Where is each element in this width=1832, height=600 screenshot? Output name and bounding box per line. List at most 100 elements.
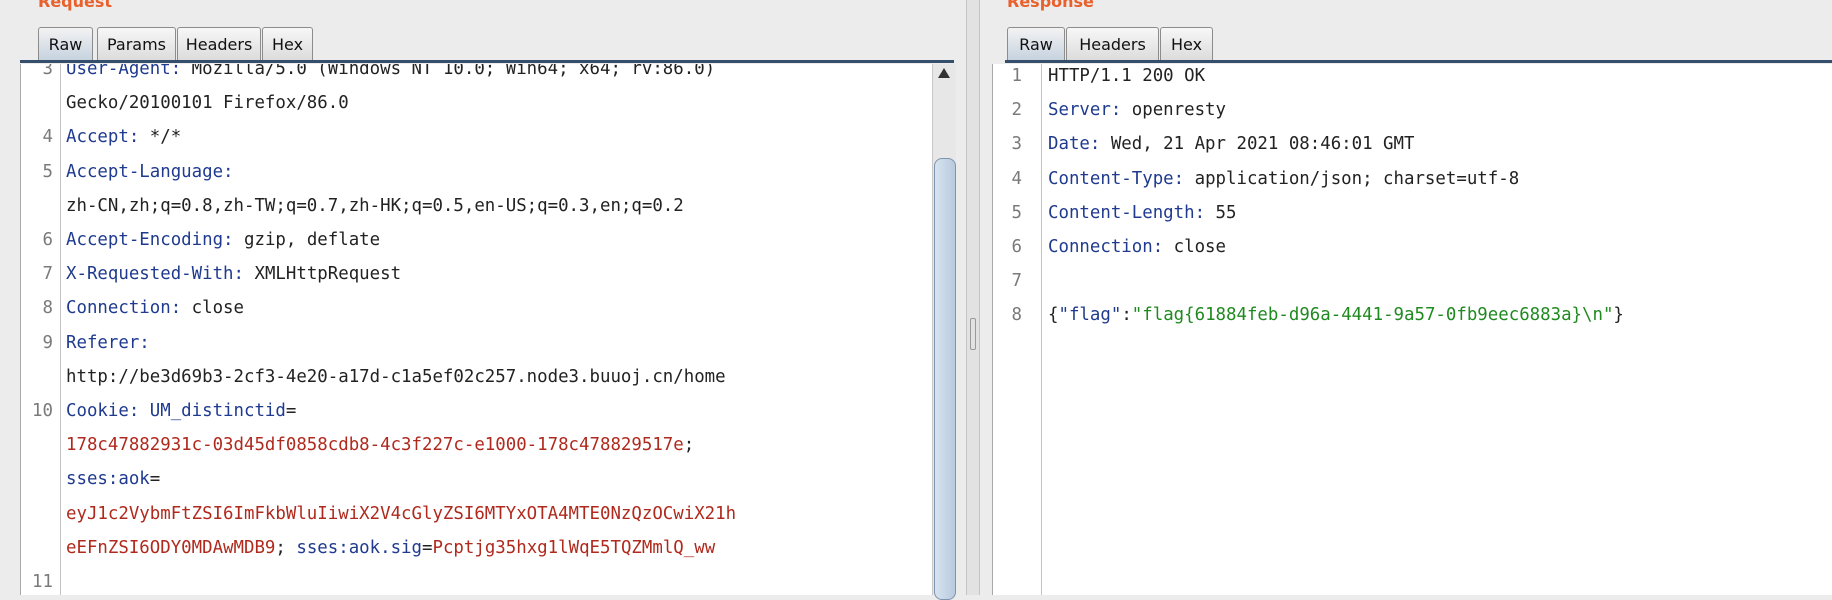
cookie-name: UM_distinctid <box>139 401 286 421</box>
line-number: 3 <box>1011 134 1022 155</box>
header-name: Accept-Encoding: <box>66 230 234 250</box>
header-name: Cookie: <box>66 401 140 421</box>
request-line: 4 Accept: */* <box>21 120 933 154</box>
request-tab-params[interactable]: Params <box>97 27 176 60</box>
request-line: 9 Referer: <box>21 326 933 360</box>
request-line: 7 X-Requested-With: XMLHttpRequest <box>21 257 933 291</box>
response-line: 1 HTTP/1.1 200 OK <box>993 64 1832 93</box>
response-line: 4 Content-Type: application/json; charset… <box>993 162 1832 196</box>
request-line: Gecko/20100101 Firefox/86.0 <box>21 86 933 120</box>
json-value: "flag{61884feb-d96a-4441-9a57-0fb9eec688… <box>1131 305 1614 326</box>
header-name: Connection: <box>1048 237 1164 257</box>
cookie-value: Pcptjg35hxg1lWqE5TQZMmlQ_ww <box>432 537 716 558</box>
line-content: Accept-Language: <box>66 155 234 189</box>
line-content: Connection: close <box>1048 230 1226 264</box>
request-scrollbar[interactable] <box>932 64 956 600</box>
response-line: 6 Connection: close <box>993 230 1832 264</box>
line-number: 11 <box>32 572 53 592</box>
request-tab-separator <box>20 60 954 63</box>
header-value: zh-CN,zh;q=0.8,zh-TW;q=0.7,zh-HK;q=0.5,e… <box>66 195 684 216</box>
line-number: 8 <box>1011 305 1022 326</box>
header-value: = <box>149 469 161 490</box>
header-value: close <box>1163 237 1226 257</box>
line-number: 5 <box>1011 202 1022 223</box>
line-number: 6 <box>42 230 53 250</box>
line-content: Gecko/20100101 Firefox/86.0 <box>66 86 349 120</box>
split-pane-divider[interactable] <box>966 0 980 595</box>
line-content: X-Requested-With: XMLHttpRequest <box>66 257 401 291</box>
header-value: gzip, deflate <box>233 230 381 250</box>
line-content: eEFnZSI6ODY0MDAwMDB9; sses:aok.sig=Pcptj… <box>66 531 715 565</box>
line-number: 4 <box>42 127 53 148</box>
line-number: 7 <box>1011 271 1022 292</box>
response-line: 7 <box>993 264 1832 298</box>
header-value: Mozilla/5.0 (Windows NT 10.0; Win64; x64… <box>181 64 716 79</box>
line-content: Content-Type: application/json; charset=… <box>1048 162 1519 196</box>
line-content: Accept-Encoding: gzip, deflate <box>66 223 380 257</box>
response-editor[interactable]: 1 HTTP/1.1 200 OK 2 Server: openresty 3 Date:… <box>992 64 1832 595</box>
request-tab-hex[interactable]: Hex <box>262 27 313 60</box>
scroll-up-arrow-icon[interactable] <box>938 68 950 78</box>
header-name: Accept: <box>66 127 140 148</box>
json-brace: } <box>1613 305 1624 326</box>
request-line: 5 Accept-Language: <box>21 155 933 189</box>
request-line: 6 Accept-Encoding: gzip, deflate <box>21 223 933 257</box>
header-name: Connection: <box>66 298 182 319</box>
line-number: 3 <box>42 64 53 79</box>
response-tab-raw[interactable]: Raw <box>1007 27 1065 60</box>
request-line: 8 Connection: close <box>21 291 933 325</box>
line-content: zh-CN,zh;q=0.8,zh-TW;q=0.7,zh-HK;q=0.5,e… <box>66 189 684 223</box>
response-title: Response <box>1007 0 1094 11</box>
request-line: eyJ1c2VybmFtZSI6ImFkbWluIiwiX2V4cGlyZSI6… <box>21 497 933 531</box>
json-brace: { <box>1048 305 1059 326</box>
cookie-value: eEFnZSI6ODY0MDAwMDB9 <box>66 537 276 558</box>
line-content: Server: openresty <box>1048 93 1226 127</box>
response-tab-hex[interactable]: Hex <box>1160 27 1213 60</box>
scrollbar-thumb[interactable] <box>934 158 956 600</box>
header-value: HTTP/1.1 200 OK <box>1048 66 1206 86</box>
line-content: HTTP/1.1 200 OK <box>1048 64 1205 93</box>
request-tab-raw[interactable]: Raw <box>38 27 93 60</box>
header-value: Gecko/20100101 Firefox/86.0 <box>66 93 349 114</box>
header-value: 55 <box>1205 202 1237 223</box>
header-value: application/json; charset=utf-8 <box>1184 168 1520 189</box>
header-name: Date: <box>1048 134 1101 155</box>
request-line: 3 User-Agent: Mozilla/5.0 (Windows NT 10.… <box>21 64 933 86</box>
header-value: ; <box>275 537 297 558</box>
request-line: 11 <box>21 565 933 595</box>
header-name: Server: <box>1048 100 1122 121</box>
line-content: Connection: close <box>66 291 244 325</box>
response-line: 8 {"flag":"flag{61884feb-d96a-4441-9a57-0… <box>993 298 1832 332</box>
line-content: Cookie: UM_distinctid= <box>66 394 296 428</box>
line-number: 6 <box>1011 237 1022 257</box>
header-name: X-Requested-With: <box>66 264 244 285</box>
header-name: Content-Type: <box>1048 168 1185 189</box>
header-value: XMLHttpRequest <box>244 264 402 285</box>
response-tab-headers[interactable]: Headers <box>1066 27 1159 60</box>
response-line: 5 Content-Length: 55 <box>993 196 1832 230</box>
line-number: 8 <box>42 298 53 319</box>
header-value: */* <box>139 127 182 148</box>
line-content: http://be3d69b3-2cf3-4e20-a17d-c1a5ef02c… <box>66 360 726 394</box>
response-line: 3 Date: Wed, 21 Apr 2021 08:46:01 GMT <box>993 127 1832 161</box>
request-editor[interactable]: 3 User-Agent: Mozilla/5.0 (Windows NT 10.… <box>20 64 933 595</box>
request-title: Request <box>38 0 113 11</box>
line-number: 4 <box>1011 168 1022 189</box>
header-value: close <box>181 298 244 319</box>
json-key: "flag" <box>1058 305 1122 326</box>
line-content: sses:aok= <box>66 462 160 496</box>
line-number: 9 <box>42 332 53 353</box>
line-number: 10 <box>32 401 53 421</box>
request-tab-headers[interactable]: Headers <box>177 27 261 60</box>
cookie-value: eyJ1c2VybmFtZSI6ImFkbWluIiwiX2V4cGlyZSI6… <box>66 503 737 524</box>
header-value: = <box>285 401 297 421</box>
response-line: 2 Server: openresty <box>993 93 1832 127</box>
line-content: Date: Wed, 21 Apr 2021 08:46:01 GMT <box>1048 127 1414 161</box>
line-content: Accept: */* <box>66 120 181 154</box>
request-line: zh-CN,zh;q=0.8,zh-TW;q=0.7,zh-HK;q=0.5,e… <box>21 189 933 223</box>
line-content: Content-Length: 55 <box>1048 196 1236 230</box>
divider-grip-icon <box>970 318 976 350</box>
request-line: http://be3d69b3-2cf3-4e20-a17d-c1a5ef02c… <box>21 360 933 394</box>
request-line: 178c47882931c-03d45df0858cdb8-4c3f227c-e… <box>21 428 933 462</box>
line-content: Referer: <box>66 326 150 360</box>
